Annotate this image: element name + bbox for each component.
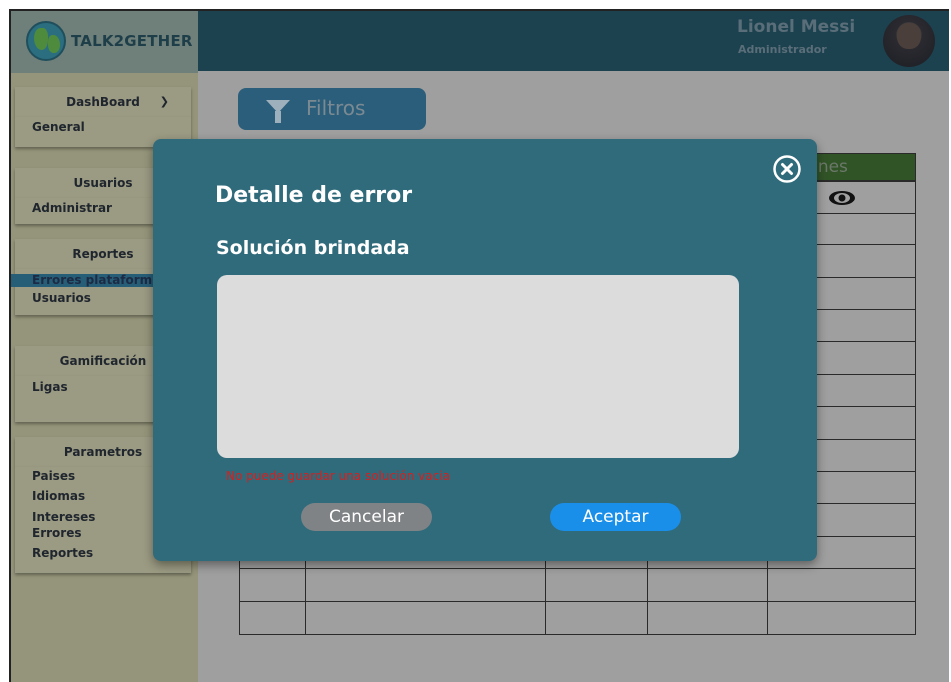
sidebar-item-administrar[interactable]: Administrar — [32, 201, 112, 215]
sidebar-section-label: Reportes — [72, 247, 134, 261]
table-row-line — [239, 634, 916, 635]
sidebar-item-general[interactable]: General — [32, 120, 85, 134]
sidebar-item-idiomas[interactable]: Idiomas — [32, 489, 85, 503]
table-column-line — [915, 181, 916, 634]
filter-label: Filtros — [306, 96, 366, 120]
sidebar-item-reportes-params[interactable]: Reportes — [32, 546, 93, 560]
filter-button[interactable]: Filtros — [238, 88, 426, 130]
sidebar-section-dashboard[interactable]: DashBoard ❯ — [15, 87, 191, 117]
table-row-line — [239, 601, 916, 602]
chevron-down-icon[interactable]: ❯ — [160, 87, 169, 117]
sidebar-section-label: DashBoard — [66, 95, 140, 109]
eye-icon[interactable] — [827, 190, 857, 206]
cancel-button[interactable]: Cancelar — [301, 503, 432, 531]
sidebar-item-intereses[interactable]: Intereses — [32, 510, 95, 524]
sidebar-item-paises[interactable]: Paises — [32, 469, 75, 483]
logo-area: TALK2GETHER — [11, 11, 198, 73]
sidebar-item-ligas[interactable]: Ligas — [32, 380, 68, 394]
filter-icon — [266, 100, 290, 123]
table-row-line — [239, 568, 916, 569]
solution-textarea[interactable] — [217, 275, 739, 458]
accept-button[interactable]: Aceptar — [550, 503, 681, 531]
error-detail-modal: Detalle de error Solución brindada No pu… — [153, 139, 817, 561]
globe-logo-icon — [26, 21, 66, 61]
modal-title: Detalle de error — [215, 183, 413, 208]
sidebar-item-errores[interactable]: Errores — [32, 526, 81, 540]
sidebar-item-usuarios-reportes[interactable]: Usuarios — [32, 291, 91, 305]
sidebar-section-label: Usuarios — [73, 176, 133, 190]
brand-name: TALK2GETHER — [71, 32, 193, 50]
avatar[interactable] — [883, 15, 935, 67]
top-header: Lionel Messi Administrador — [198, 11, 949, 71]
sidebar-section-label: Gamificación — [59, 354, 147, 368]
validation-error-message: No puede guardar una solución vacia — [226, 469, 450, 483]
modal-subtitle: Solución brindada — [216, 237, 410, 259]
app-window: TALK2GETHER DashBoard ❯ General Usuarios… — [9, 9, 949, 682]
sidebar-item-errores-plataforma[interactable]: Errores plataform — [32, 273, 152, 287]
sidebar-section-label: Parametros — [63, 445, 143, 459]
close-icon[interactable] — [772, 154, 802, 184]
user-name: Lionel Messi — [737, 17, 856, 37]
user-role: Administrador — [738, 43, 827, 56]
